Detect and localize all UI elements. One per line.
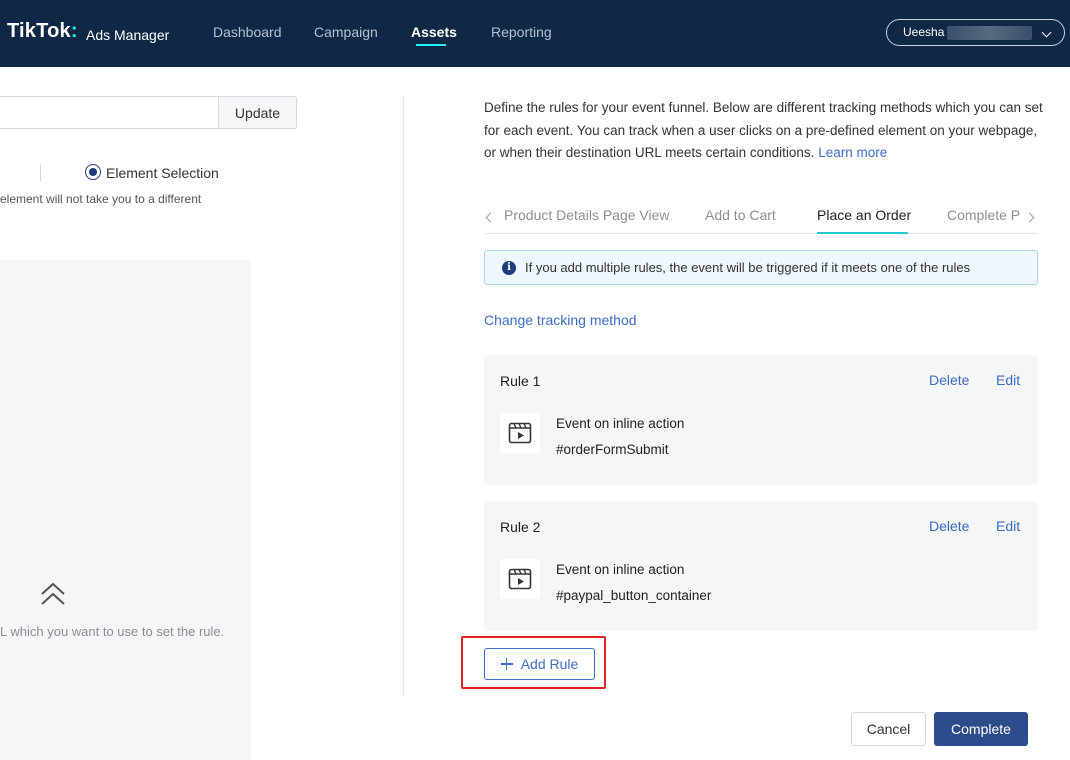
tab-add-to-cart[interactable]: Add to Cart: [705, 207, 776, 223]
chevron-down-icon: [1041, 27, 1052, 38]
nav-campaign[interactable]: Campaign: [314, 24, 378, 40]
tab-complete-payment[interactable]: Complete P: [947, 207, 1020, 223]
account-name-redaction: [947, 26, 1032, 40]
delete-rule-button[interactable]: Delete: [929, 372, 969, 388]
add-rule-button[interactable]: Add Rule: [484, 648, 595, 680]
nav-assets[interactable]: Assets: [411, 24, 457, 40]
top-navbar: TikTok: Ads Manager Dashboard Campaign A…: [0, 0, 1070, 67]
option-divider: [40, 165, 41, 181]
url-input[interactable]: [0, 96, 220, 129]
change-tracking-method-link[interactable]: Change tracking method: [484, 312, 637, 328]
tab-place-an-order[interactable]: Place an Order: [817, 207, 911, 223]
ads-manager-label: Ads Manager: [86, 27, 170, 43]
nav-active-indicator: [416, 44, 446, 46]
tab-active-indicator: [817, 232, 908, 234]
element-selection-radio[interactable]: [85, 164, 101, 180]
cancel-button[interactable]: Cancel: [851, 712, 926, 746]
nav-reporting[interactable]: Reporting: [491, 24, 552, 40]
rule-selector: #paypal_button_container: [556, 588, 712, 603]
rule-title: Rule 2: [500, 519, 541, 535]
delete-rule-button[interactable]: Delete: [929, 518, 969, 534]
edit-rule-button[interactable]: Edit: [996, 518, 1020, 534]
info-banner: i If you add multiple rules, the event w…: [484, 250, 1038, 285]
description-text: Define the rules for your event funnel. …: [484, 100, 1043, 160]
learn-more-link[interactable]: Learn more: [818, 145, 887, 160]
info-icon: i: [502, 261, 516, 275]
selection-hint: element will not take you to a different: [0, 192, 202, 206]
tabs-viewport: Product Details Page View Add to Cart Pl…: [484, 204, 1024, 234]
inline-action-icon-box: [500, 559, 540, 599]
panel-divider: [403, 96, 404, 696]
event-tabs: Product Details Page View Add to Cart Pl…: [484, 204, 1038, 234]
chevron-right-icon[interactable]: [1024, 212, 1035, 223]
rule-card: Rule 2 Delete Edit Event on inline actio…: [484, 501, 1038, 631]
funnel-description: Define the rules for your event funnel. …: [484, 97, 1044, 165]
tiktok-logo[interactable]: TikTok:: [7, 20, 78, 43]
plus-icon: [500, 658, 513, 670]
nav-dashboard[interactable]: Dashboard: [213, 24, 282, 40]
add-rule-label: Add Rule: [520, 656, 579, 672]
rule-selector: #orderFormSubmit: [556, 442, 669, 457]
element-selection-label[interactable]: Element Selection: [106, 165, 219, 181]
account-switcher[interactable]: Ueesha: [886, 19, 1065, 46]
rule-card: Rule 1 Delete Edit Event on inline actio…: [484, 355, 1038, 485]
update-button[interactable]: Update: [218, 96, 297, 129]
preview-instruction: L which you want to use to set the rule.: [0, 624, 225, 639]
rule-trigger-type: Event on inline action: [556, 562, 685, 577]
rule-trigger-type: Event on inline action: [556, 416, 685, 431]
rule-title: Rule 1: [500, 373, 541, 389]
video-play-icon: [508, 422, 532, 444]
edit-rule-button[interactable]: Edit: [996, 372, 1020, 388]
tab-product-details-page-view[interactable]: Product Details Page View: [504, 207, 670, 223]
inline-action-icon-box: [500, 413, 540, 453]
video-play-icon: [508, 568, 532, 590]
complete-button[interactable]: Complete: [934, 712, 1028, 746]
page-preview[interactable]: [0, 260, 251, 760]
double-chevron-up-icon: [41, 582, 65, 605]
info-text: If you add multiple rules, the event wil…: [525, 260, 971, 275]
account-name: Ueesha: [903, 25, 945, 39]
